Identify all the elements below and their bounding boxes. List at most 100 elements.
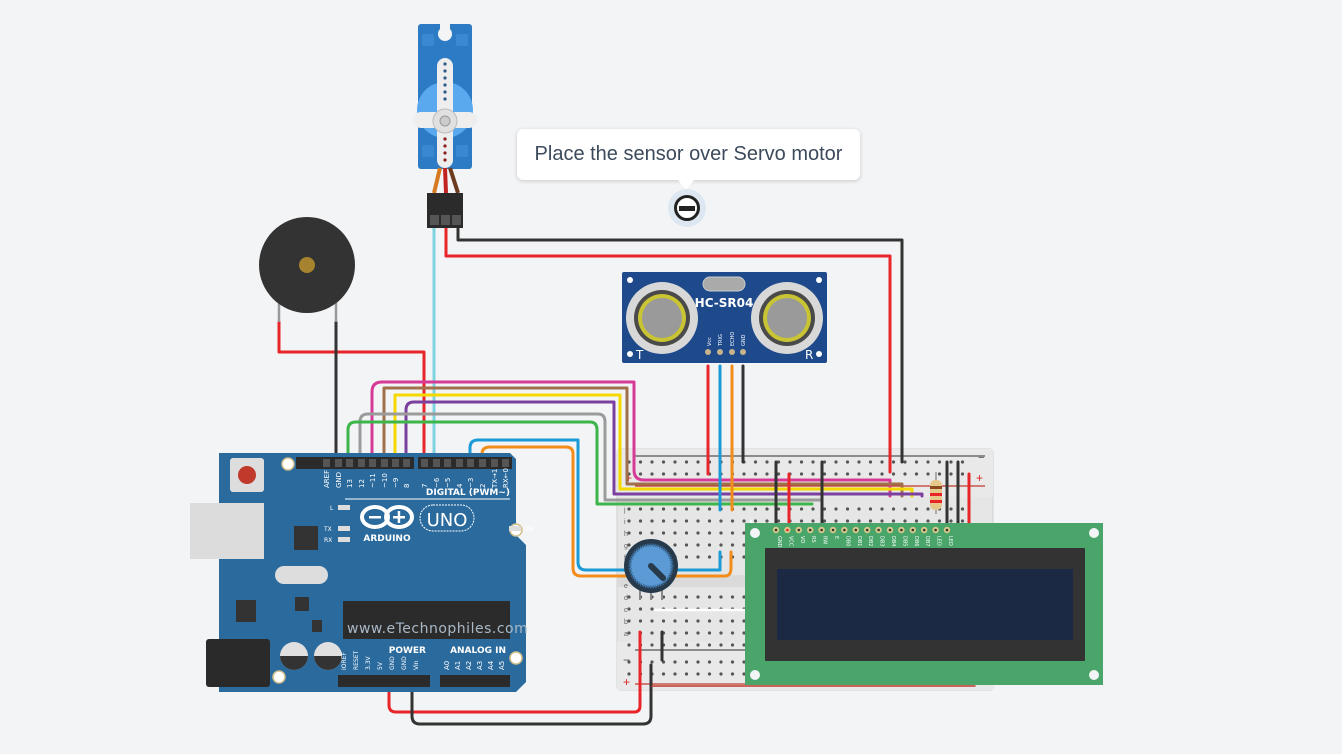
power-pin-label: GND <box>389 656 396 670</box>
sensor-model-label: HC-SR04 <box>695 296 754 310</box>
arduino-logo-icon <box>360 505 414 529</box>
digital-pin-label: GND <box>335 472 343 488</box>
row-label-a: a <box>624 631 628 638</box>
power-jack <box>206 639 270 687</box>
digital-pin-socket[interactable] <box>502 459 509 467</box>
pin-label-echo: ECHO <box>730 332 736 346</box>
receiver-label: R <box>805 348 813 362</box>
digital-pin-socket[interactable] <box>346 459 353 467</box>
lcd-display-16x2[interactable]: GND VCC VO RS RW E DB0 DB1 DB2 DB3 DB4 DB5 DB6 DB7 LED… <box>745 523 1103 685</box>
digital-pin-socket[interactable] <box>403 459 410 467</box>
led-label-rx: RX <box>324 537 332 544</box>
row-label-c: c <box>624 607 628 614</box>
digital-pin-label: AREF <box>323 470 331 488</box>
power-pin-label: 3.3V <box>365 655 372 670</box>
digital-pin-label: ~5 <box>444 478 452 488</box>
arduino-uno-board[interactable]: DIGITAL (PWM~) POWER ANALOG IN ARDUINO U… <box>190 453 533 692</box>
digital-pin-socket[interactable] <box>456 459 463 467</box>
wire-buzzer-positive[interactable] <box>277 320 426 464</box>
digital-pin-socket[interactable] <box>358 459 365 467</box>
circuit-canvas[interactable]: abcdefghij + − + − + HC-SR04 T R Vcc TRI… <box>0 0 1342 754</box>
digital-pin-socket[interactable] <box>392 459 399 467</box>
digital-pin-label: 8 <box>403 484 411 488</box>
lcd-pin-label: VO <box>799 536 805 543</box>
digital-pin-label: ~11 <box>369 473 377 488</box>
power-pin-label: RESET <box>353 650 360 670</box>
analog-pin-label: A0 <box>443 661 451 670</box>
lcd-pin-label: RS <box>810 536 816 543</box>
lcd-pin-label: LED <box>947 536 953 546</box>
digital-pin-socket[interactable] <box>323 459 330 467</box>
lcd-pin-label: DB4 <box>890 536 896 546</box>
digital-pin-label: 7 <box>421 484 429 488</box>
digital-pin-label: ~9 <box>392 478 400 488</box>
digital-pin-socket[interactable] <box>335 459 342 467</box>
model-label: UNO <box>427 510 468 531</box>
digital-pin-label: ~6 <box>433 477 441 488</box>
digital-pin-socket[interactable] <box>369 459 376 467</box>
rail-plus-label-bottom: + <box>623 675 630 689</box>
lcd-pin-label: DB7 <box>924 536 930 546</box>
lcd-screen <box>777 569 1073 640</box>
analog-header-label: ANALOG IN <box>450 646 506 656</box>
lcd-pin-label: DB6 <box>913 536 919 546</box>
power-pin-label: GND <box>401 656 408 670</box>
led-label-on: ON <box>524 526 533 533</box>
digital-pin-label: 13 <box>346 479 354 488</box>
digital-pin-label: ~3 <box>467 478 475 488</box>
analog-pin-label: A4 <box>487 660 495 670</box>
digital-pin-socket[interactable] <box>479 459 486 467</box>
digital-pin-socket[interactable] <box>467 459 474 467</box>
row-label-b: b <box>624 619 628 626</box>
pin-label-trig: TRIG <box>718 334 724 347</box>
digital-pin-socket[interactable] <box>381 459 388 467</box>
rail-plus-label-right: + <box>976 471 983 485</box>
lcd-pin-label: LED <box>936 536 942 546</box>
rail-minus-label-right: − <box>978 452 984 464</box>
lcd-pin-label: GND <box>776 536 782 548</box>
power-pin-label: Vin <box>413 660 420 670</box>
digital-pin-socket[interactable] <box>491 459 498 467</box>
pin-label-vcc: Vcc <box>707 337 713 346</box>
digital-pin-label: 4 <box>456 483 464 488</box>
digital-pin-socket[interactable] <box>444 459 451 467</box>
piezo-buzzer[interactable] <box>259 217 355 322</box>
pin-label-gnd: GND <box>741 334 747 346</box>
digital-header-label: DIGITAL (PWM~) <box>426 488 510 498</box>
lcd-pin-label: DB0 <box>844 536 850 546</box>
lcd-pin-label: DB5 <box>901 536 907 546</box>
analog-pin-label: A2 <box>465 661 473 670</box>
analog-header <box>440 675 510 687</box>
digital-pin-socket[interactable] <box>433 459 440 467</box>
servo-motor[interactable] <box>413 24 477 228</box>
lcd-pin-label: VCC <box>787 536 793 547</box>
transmitter-label: T <box>635 348 644 362</box>
digital-pin-label: RX←0 <box>502 468 510 488</box>
digital-pin-label: 12 <box>358 479 366 488</box>
power-pin-label: 5V <box>377 661 384 670</box>
digital-pin-label: TX→1 <box>491 469 499 489</box>
analog-pin-label: A5 <box>498 661 506 670</box>
brand-label: ARDUINO <box>363 534 411 544</box>
digital-pin-label: ~10 <box>381 473 389 488</box>
ultrasonic-sensor-hc-sr04[interactable]: HC-SR04 T R Vcc TRIG ECHO GND <box>622 272 827 363</box>
buzzer-center <box>299 257 315 273</box>
row-label-e: e <box>624 583 628 590</box>
lcd-pin-label: RW <box>822 536 828 544</box>
analog-pin-label: A3 <box>476 661 484 670</box>
minus-circle-icon[interactable] <box>668 189 706 227</box>
lcd-pin-label: DB2 <box>867 536 873 546</box>
row-label-h: h <box>624 531 628 538</box>
led-label-tx: TX <box>323 526 332 533</box>
analog-pin-label: A1 <box>454 661 462 670</box>
digital-pin-socket[interactable] <box>421 459 428 467</box>
annotation-text: Place the sensor over Servo motor <box>534 143 843 165</box>
lcd-pin-label: DB3 <box>879 536 885 546</box>
power-header-label: POWER <box>389 646 426 656</box>
digital-pin-label: 2 <box>479 484 487 488</box>
lcd-pin-label: DB1 <box>856 536 862 546</box>
lcd-pin-label: E <box>833 536 839 539</box>
row-label-g: g <box>624 543 628 550</box>
row-label-d: d <box>624 595 628 602</box>
row-label-j: j <box>623 507 626 514</box>
